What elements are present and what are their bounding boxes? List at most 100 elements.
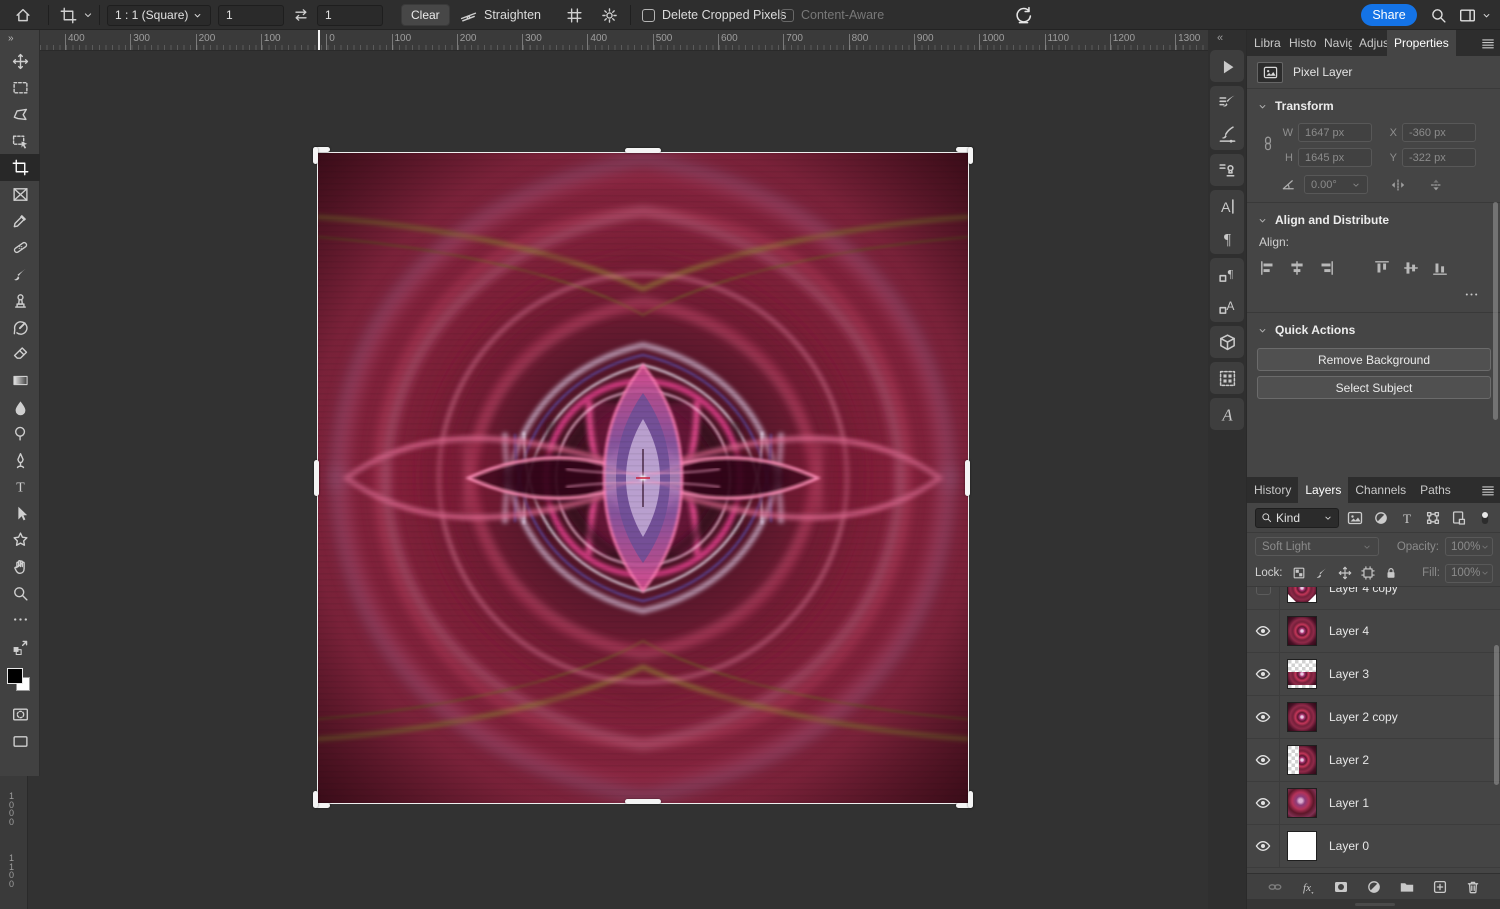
layer-name[interactable]: Layer 2 copy bbox=[1329, 710, 1398, 724]
layer-thumbnail[interactable] bbox=[1287, 745, 1317, 775]
document-canvas[interactable] bbox=[318, 153, 968, 803]
folder-button[interactable] bbox=[1399, 879, 1415, 895]
layer-row[interactable]: Layer 0 bbox=[1247, 825, 1500, 868]
crop-handle-left[interactable] bbox=[314, 460, 319, 496]
layer-visibility-toggle[interactable] bbox=[1247, 653, 1280, 695]
layer-visibility-toggle[interactable] bbox=[1247, 739, 1280, 781]
lock-lock-artboard-button[interactable] bbox=[1361, 566, 1375, 580]
tab-adjus[interactable]: Adjus bbox=[1352, 30, 1387, 56]
crop-handle-right[interactable] bbox=[965, 460, 970, 496]
crop-handle-bottom-right[interactable] bbox=[968, 791, 973, 808]
hand-tool[interactable] bbox=[0, 553, 40, 580]
lock-lock-lock-button[interactable] bbox=[1384, 566, 1398, 580]
layer-visibility-toggle[interactable] bbox=[1247, 587, 1280, 609]
align-left-button[interactable] bbox=[1259, 259, 1277, 277]
brush-settings-panel-button[interactable] bbox=[1216, 91, 1238, 113]
clone-stamp-tool[interactable] bbox=[0, 287, 40, 314]
tab-channels[interactable]: Channels bbox=[1348, 477, 1413, 503]
layer-row[interactable]: Layer 4 bbox=[1247, 610, 1500, 653]
align-more-button[interactable] bbox=[1247, 279, 1500, 312]
flip-vertical-icon[interactable] bbox=[1428, 177, 1444, 193]
crop-handle-bottom[interactable] bbox=[625, 799, 661, 804]
frame-tool[interactable] bbox=[0, 181, 40, 208]
foreground-background-swatches[interactable] bbox=[0, 660, 40, 702]
threed-cube-panel-button[interactable] bbox=[1216, 331, 1238, 353]
trash-button[interactable] bbox=[1465, 879, 1481, 895]
align-section-header[interactable]: Align and Distribute bbox=[1247, 203, 1500, 233]
crop-settings-button[interactable] bbox=[601, 0, 618, 30]
transform-section-header[interactable]: Transform bbox=[1247, 89, 1500, 119]
search-button[interactable] bbox=[1430, 0, 1447, 30]
layer-thumbnail[interactable] bbox=[1287, 659, 1317, 689]
layer-visibility-toggle[interactable] bbox=[1247, 825, 1280, 867]
workspace-button[interactable] bbox=[1459, 0, 1492, 30]
remove-background-button[interactable]: Remove Background bbox=[1257, 348, 1491, 371]
filter-image-filter-button[interactable] bbox=[1347, 510, 1363, 526]
pattern-preview-panel-button[interactable] bbox=[1216, 367, 1238, 389]
eyedropper-tool[interactable] bbox=[0, 208, 40, 235]
object-selection-tool[interactable] bbox=[0, 128, 40, 155]
dock-collapse-button[interactable]: « bbox=[1217, 32, 1224, 44]
layer-thumbnail[interactable] bbox=[1287, 831, 1317, 861]
crop-tool[interactable] bbox=[0, 154, 40, 181]
share-button[interactable]: Share bbox=[1361, 4, 1417, 26]
brush-tool[interactable] bbox=[0, 261, 40, 288]
flip-horizontal-icon[interactable] bbox=[1390, 177, 1406, 193]
lock-move-button[interactable] bbox=[1338, 566, 1352, 580]
layer-thumbnail[interactable] bbox=[1287, 616, 1317, 646]
crop-handle-top-left[interactable] bbox=[313, 147, 318, 164]
crop-tool-dropdown[interactable] bbox=[82, 0, 94, 30]
paragraph-styles-panel-button[interactable]: ¶ bbox=[1216, 263, 1238, 285]
filter-smart-filter-button[interactable] bbox=[1451, 510, 1467, 526]
tab-libra[interactable]: Libra bbox=[1247, 30, 1282, 56]
more-tools-tool[interactable] bbox=[0, 606, 40, 633]
filter-type-filter-button[interactable]: T bbox=[1399, 510, 1415, 526]
layer-name[interactable]: Layer 1 bbox=[1329, 796, 1369, 810]
link-dimensions-icon[interactable] bbox=[1260, 135, 1276, 151]
move-tool[interactable] bbox=[0, 48, 40, 75]
eraser-tool[interactable] bbox=[0, 341, 40, 368]
home-button[interactable] bbox=[14, 0, 32, 30]
lasso-tool[interactable] bbox=[0, 101, 40, 128]
mask-button[interactable] bbox=[1333, 879, 1349, 895]
type-tool[interactable]: T bbox=[0, 474, 40, 501]
select-subject-button[interactable]: Select Subject bbox=[1257, 376, 1491, 399]
crop-handle-bottom-left[interactable] bbox=[313, 791, 318, 808]
filter-kind-select[interactable]: Kind bbox=[1255, 508, 1339, 528]
swap-dimensions-button[interactable] bbox=[293, 0, 309, 30]
layer-name[interactable]: Layer 4 copy bbox=[1329, 587, 1398, 595]
toolbar-collapse-button[interactable]: » bbox=[0, 30, 39, 48]
character-styles-panel-button[interactable]: A bbox=[1216, 295, 1238, 317]
panel-menu-icon[interactable] bbox=[1481, 36, 1495, 50]
straighten-button[interactable]: Straighten bbox=[460, 0, 541, 30]
dodge-tool[interactable] bbox=[0, 420, 40, 447]
align-right-button[interactable] bbox=[1317, 259, 1335, 277]
brushes-panel-button[interactable] bbox=[1216, 123, 1238, 145]
tab-histo[interactable]: Histo bbox=[1282, 30, 1317, 56]
layer-name[interactable]: Layer 2 bbox=[1329, 753, 1369, 767]
character-panel-button[interactable]: A bbox=[1216, 195, 1238, 217]
lock-brush-button[interactable] bbox=[1315, 566, 1329, 580]
delete-cropped-checkbox[interactable]: Delete Cropped Pixels bbox=[642, 0, 786, 30]
layer-thumbnail[interactable] bbox=[1287, 702, 1317, 732]
layer-row[interactable]: Layer 2 copy bbox=[1247, 696, 1500, 739]
crop-handle-top[interactable] bbox=[625, 148, 661, 153]
align-center-h-button[interactable] bbox=[1288, 259, 1306, 277]
glyphs-panel-button[interactable]: A bbox=[1216, 403, 1238, 425]
layer-visibility-toggle[interactable] bbox=[1247, 782, 1280, 824]
layer-row[interactable]: Layer 1 bbox=[1247, 782, 1500, 825]
layer-name[interactable]: Layer 0 bbox=[1329, 839, 1369, 853]
layer-row[interactable]: Layer 4 copy bbox=[1247, 587, 1500, 610]
spot-healing-tool[interactable] bbox=[0, 234, 40, 261]
overlay-options-button[interactable] bbox=[566, 0, 583, 30]
tab-properties[interactable]: Properties bbox=[1387, 30, 1456, 56]
path-selection-tool[interactable] bbox=[0, 500, 40, 527]
layer-thumbnail[interactable] bbox=[1287, 587, 1317, 603]
gradient-tool[interactable] bbox=[0, 367, 40, 394]
swap-colors-tool[interactable] bbox=[0, 633, 40, 660]
tab-layers[interactable]: Layers bbox=[1298, 477, 1348, 503]
chain-h-button[interactable] bbox=[1267, 879, 1283, 895]
layer-row[interactable]: Layer 2 bbox=[1247, 739, 1500, 782]
toggle-filter-button[interactable] bbox=[1477, 510, 1493, 526]
tab-paths[interactable]: Paths bbox=[1413, 477, 1458, 503]
